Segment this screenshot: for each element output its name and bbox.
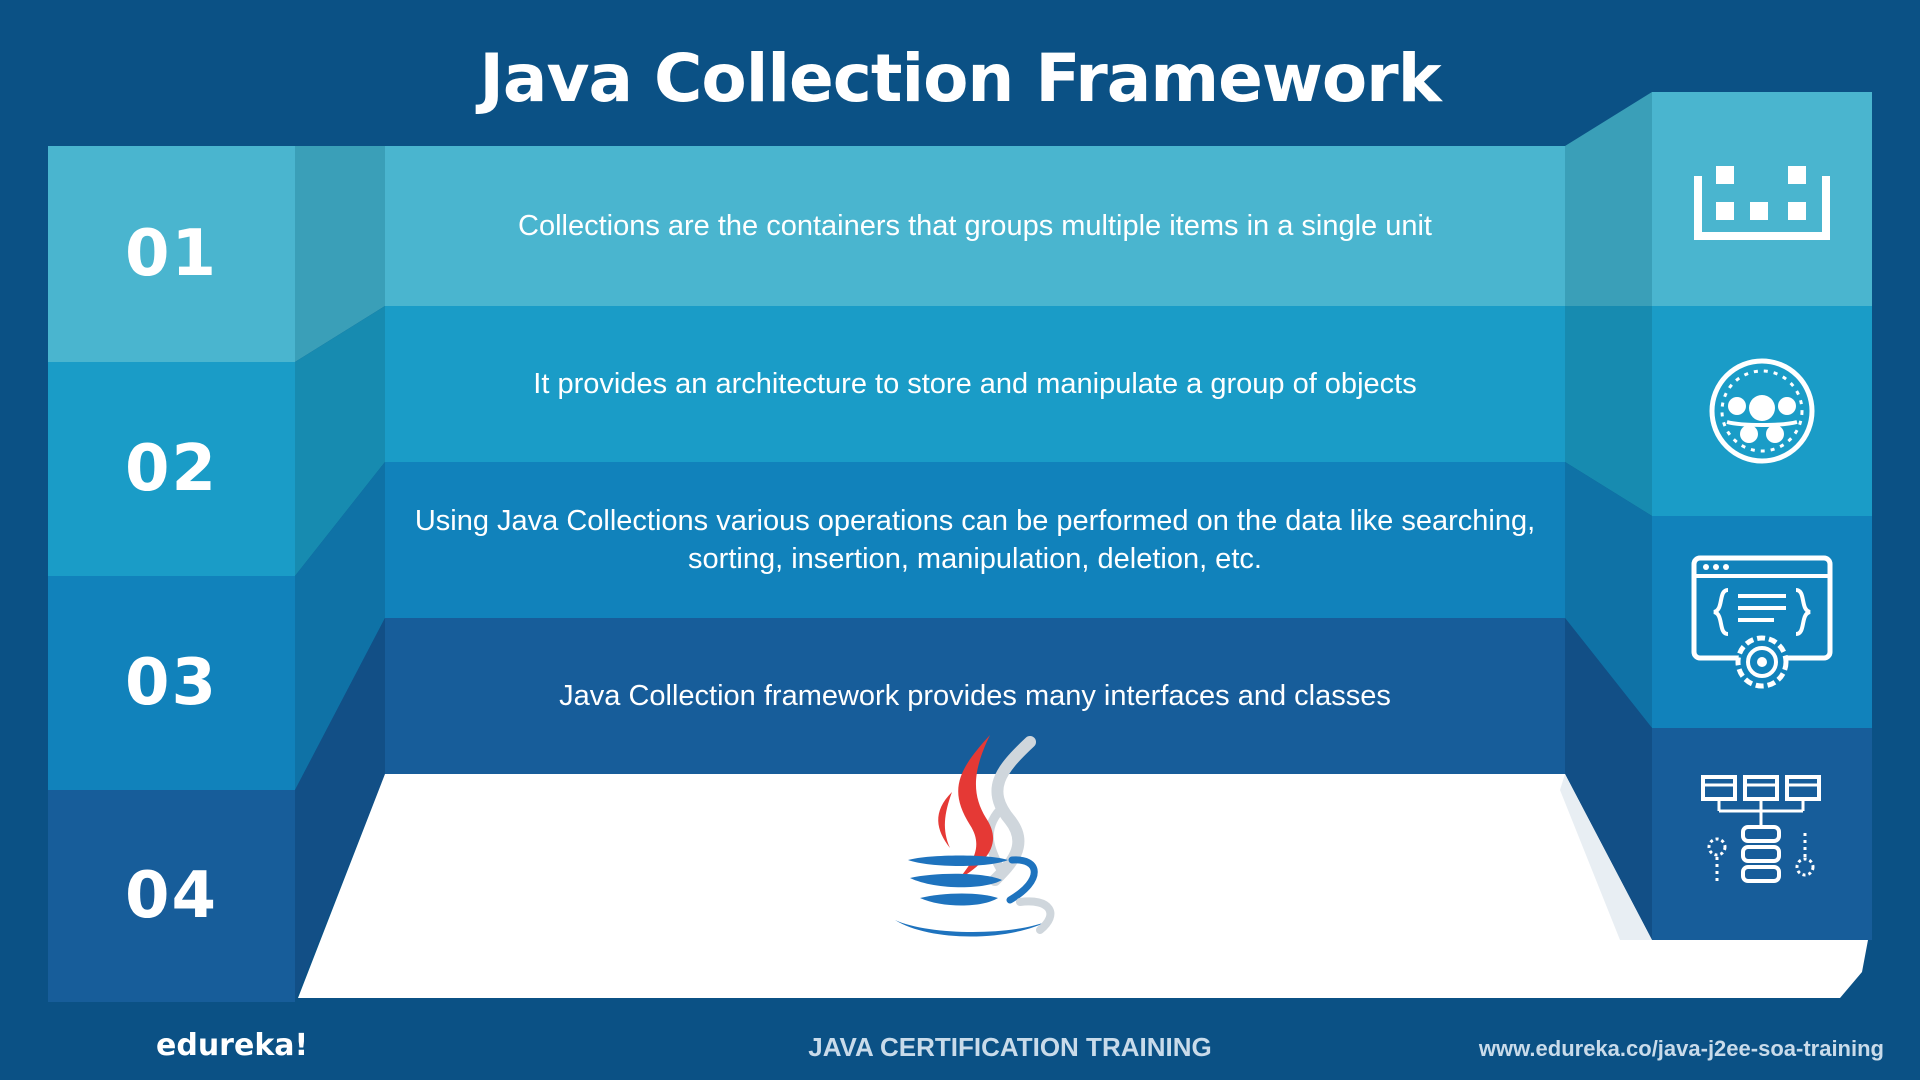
slide: Java Collection Framework 01 02 03 04 Co…: [0, 0, 1920, 1080]
grid-blocks-icon: [1652, 92, 1872, 306]
course-name: JAVA CERTIFICATION TRAINING: [808, 1032, 1212, 1062]
gear-network-icon: [1652, 306, 1872, 516]
row-number-3: 03: [124, 646, 219, 720]
database-hierarchy-icon: [1652, 728, 1872, 940]
row-text-4: Java Collection framework provides many …: [559, 680, 1391, 712]
slide-title: Java Collection Framework: [479, 40, 1441, 117]
row-number-2: 02: [124, 432, 219, 506]
row-text-1: Collections are the containers that grou…: [518, 210, 1432, 242]
edureka-logo: edureka!: [156, 1028, 309, 1063]
code-window-gear-icon: [1652, 516, 1872, 728]
row-text-2: It provides an architecture to store and…: [533, 368, 1417, 400]
row-number-1: 01: [124, 217, 219, 291]
course-url: www.edureka.co/java-j2ee-soa-training: [1478, 1036, 1884, 1061]
row-number-4: 04: [124, 859, 219, 933]
row-text-3: Using Java Collections various operation…: [414, 505, 1536, 575]
right-wall-1: [1565, 92, 1652, 306]
